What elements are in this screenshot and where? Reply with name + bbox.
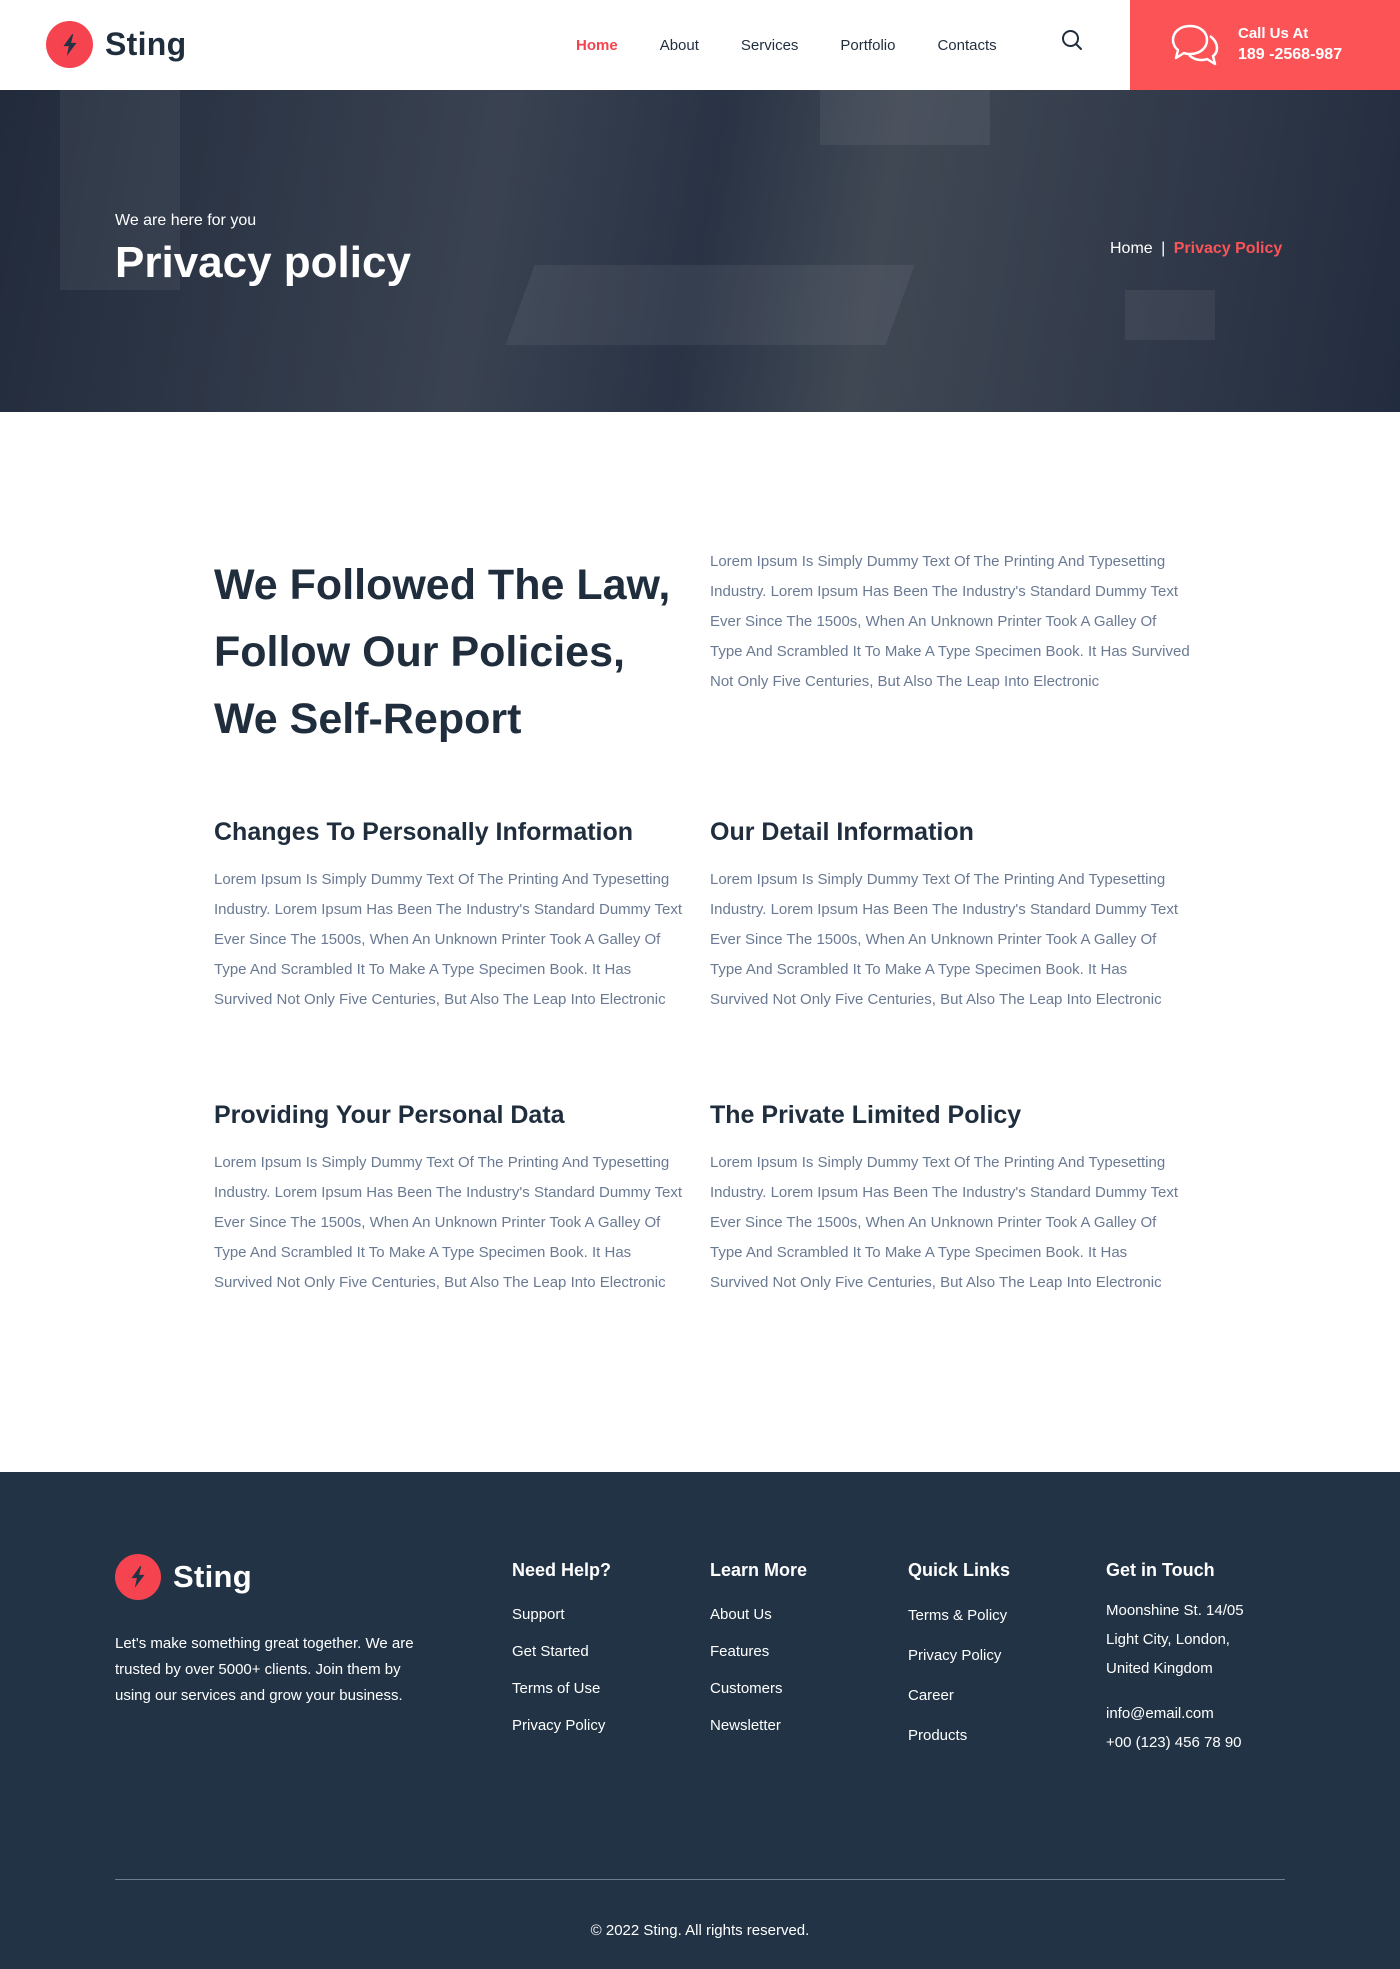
- hero-photo-table: [505, 265, 915, 345]
- footer-address-line: Moonshine St. 14/05: [1106, 1602, 1244, 1619]
- section-text: Lorem Ipsum Is Simply Dummy Text Of The …: [214, 1154, 683, 1291]
- footer-column-quick-links: Quick Links Terms & Policy Privacy Polic…: [908, 1560, 1010, 1756]
- footer-email[interactable]: info@email.com: [1106, 1699, 1244, 1728]
- breadcrumb-current: Privacy Policy: [1173, 240, 1283, 257]
- search-button[interactable]: [1060, 28, 1086, 54]
- section-text: Lorem Ipsum Is Simply Dummy Text Of The …: [710, 1154, 1179, 1291]
- section-heading: Our Detail Information: [710, 818, 974, 846]
- hero-subtitle: We are here for you: [115, 212, 257, 229]
- brand-logo[interactable]: Sting: [46, 21, 186, 68]
- breadcrumb-home[interactable]: Home: [1110, 240, 1153, 257]
- footer-link-newsletter[interactable]: Newsletter: [710, 1707, 807, 1744]
- footer-column-title: Quick Links: [908, 1560, 1011, 1580]
- policy-content: We Followed The Law, Follow Our Policies…: [0, 412, 1400, 1472]
- section-heading: Changes To Personally Information: [214, 818, 634, 846]
- footer-address-line: United Kingdom: [1106, 1660, 1213, 1677]
- footer-column-title: Learn More: [710, 1560, 808, 1580]
- intro-text: Lorem Ipsum Is Simply Dummy Text Of The …: [710, 553, 1190, 690]
- footer-link-privacy-policy[interactable]: Privacy Policy: [512, 1707, 611, 1744]
- footer-phone[interactable]: +00 (123) 456 78 90: [1106, 1728, 1244, 1757]
- footer-column-need-help: Need Help? Support Get Started Terms of …: [512, 1560, 611, 1744]
- footer-divider: [115, 1879, 1285, 1880]
- breadcrumb-separator: |: [1161, 240, 1166, 257]
- policy-section: Changes To Personally Information Lorem …: [214, 817, 684, 1015]
- footer-link-support[interactable]: Support: [512, 1596, 611, 1633]
- footer-column-title: Need Help?: [512, 1560, 612, 1580]
- footer-address-line: Light City, London,: [1106, 1631, 1230, 1648]
- policy-section: The Private Limited Policy Lorem Ipsum I…: [710, 1100, 1180, 1298]
- site-header: Sting Home About Services Portfolio Cont…: [0, 0, 1400, 90]
- call-us-box[interactable]: Call Us At 189 -2568-987: [1130, 0, 1400, 90]
- footer-link-products[interactable]: Products: [908, 1716, 1010, 1756]
- footer-column-title: Get in Touch: [1106, 1560, 1215, 1580]
- site-footer: Sting Let's make something great togethe…: [0, 1472, 1400, 1969]
- nav-item-contacts[interactable]: Contacts: [937, 37, 996, 54]
- call-text: Call Us At 189 -2568-987: [1238, 24, 1342, 66]
- lightning-bolt-icon: [115, 1554, 161, 1600]
- footer-column-learn-more: Learn More About Us Features Customers N…: [710, 1560, 807, 1744]
- footer-column-contact: Get in Touch Moonshine St. 14/05 Light C…: [1106, 1560, 1244, 1757]
- footer-brand-name: Sting: [173, 1559, 252, 1594]
- nav-item-portfolio[interactable]: Portfolio: [840, 37, 895, 54]
- hero-photo-screen: [820, 90, 990, 145]
- policy-section: Our Detail Information Lorem Ipsum Is Si…: [710, 817, 1180, 1015]
- copyright: © 2022 Sting. All rights reserved.: [590, 1922, 810, 1939]
- lightning-bolt-icon: [46, 21, 93, 68]
- section-heading: The Private Limited Policy: [710, 1101, 1022, 1129]
- nav-item-home[interactable]: Home: [576, 37, 618, 54]
- policy-section: Providing Your Personal Data Lorem Ipsum…: [214, 1100, 684, 1298]
- footer-link-customers[interactable]: Customers: [710, 1670, 807, 1707]
- brand-name: Sting: [105, 26, 187, 62]
- footer-link-get-started[interactable]: Get Started: [512, 1633, 611, 1670]
- search-icon: [1062, 30, 1082, 50]
- footer-link-features[interactable]: Features: [710, 1633, 807, 1670]
- intro-heading: We Followed The Law, Follow Our Policies…: [214, 561, 671, 743]
- nav-item-services[interactable]: Services: [741, 37, 799, 54]
- call-label: Call Us At: [1238, 25, 1309, 42]
- section-text: Lorem Ipsum Is Simply Dummy Text Of The …: [710, 871, 1179, 1008]
- footer-link-terms-policy[interactable]: Terms & Policy: [908, 1596, 1010, 1636]
- breadcrumb: Home | Privacy Policy: [1110, 240, 1282, 258]
- footer-about-text: Let's make something great together. We …: [115, 1635, 414, 1704]
- page-title: Privacy policy: [115, 238, 411, 287]
- chat-bubbles-icon: [1171, 24, 1219, 66]
- footer-link-career[interactable]: Career: [908, 1676, 1010, 1716]
- hero-photo-laptop: [1125, 290, 1215, 340]
- footer-link-terms-of-use[interactable]: Terms of Use: [512, 1670, 611, 1707]
- call-number[interactable]: 189 -2568-987: [1238, 44, 1342, 66]
- main-nav: Home About Services Portfolio Contacts: [576, 0, 1039, 90]
- footer-logo[interactable]: Sting: [115, 1554, 252, 1600]
- footer-link-about-us[interactable]: About Us: [710, 1596, 807, 1633]
- nav-item-about[interactable]: About: [660, 37, 699, 54]
- footer-link-privacy-policy[interactable]: Privacy Policy: [908, 1636, 1010, 1676]
- section-text: Lorem Ipsum Is Simply Dummy Text Of The …: [214, 871, 683, 1008]
- page-hero: We are here for you Privacy policy Home …: [0, 90, 1400, 412]
- section-heading: Providing Your Personal Data: [214, 1101, 565, 1129]
